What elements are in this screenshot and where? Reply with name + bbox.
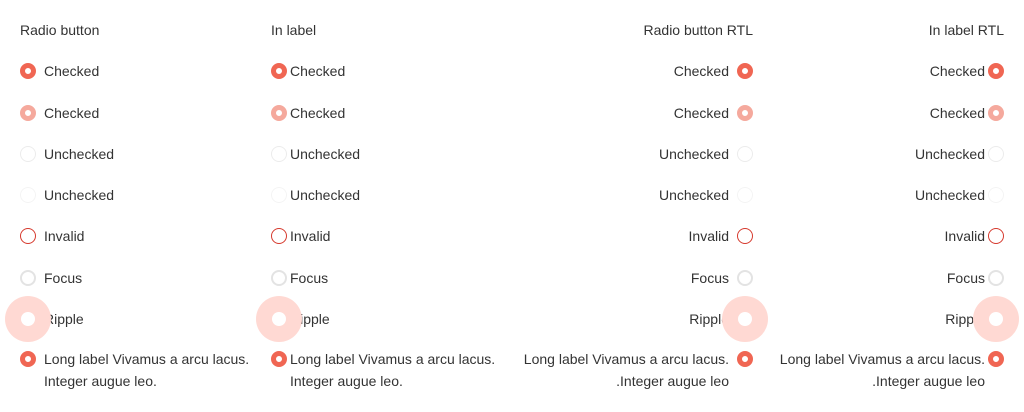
radio-label: Unchecked xyxy=(290,187,361,203)
radio-label: Checked xyxy=(673,105,729,121)
radio-option-ripple[interactable]: Ripple xyxy=(775,296,1019,342)
radio-option-focus[interactable]: Focus xyxy=(271,267,511,289)
radio-circle[interactable] xyxy=(737,228,753,244)
radio-label: Checked xyxy=(929,63,985,79)
radio-option-ripple[interactable]: Ripple xyxy=(5,296,258,342)
radio-circle[interactable] xyxy=(988,146,1004,162)
radio-demo-page: Radio button Checked Checked Unchecked U… xyxy=(0,0,1024,412)
radio-label: Unchecked xyxy=(290,146,361,162)
radio-label: Unchecked xyxy=(658,187,729,203)
radio-option-checked[interactable]: Checked xyxy=(520,60,753,82)
radio-option-invalid[interactable]: Invalid xyxy=(20,225,258,247)
radio-label: Long label Vivamus a arcu lacus. Integer… xyxy=(290,351,496,389)
radio-circle[interactable] xyxy=(737,63,753,79)
radio-label: Unchecked xyxy=(658,146,729,162)
radio-circle[interactable] xyxy=(973,296,1019,342)
radio-circle[interactable] xyxy=(20,351,36,367)
radio-circle[interactable] xyxy=(988,105,1004,121)
radio-label: Invalid xyxy=(290,228,331,244)
radio-circle[interactable] xyxy=(20,228,36,244)
radio-label: Long label Vivamus a arcu lacus. .Intege… xyxy=(523,351,729,389)
radio-circle[interactable] xyxy=(988,270,1004,286)
radio-option-checked-dim[interactable]: Checked xyxy=(520,102,753,124)
radio-option-unchecked-light[interactable]: Unchecked xyxy=(271,184,511,206)
radio-label: Focus xyxy=(44,270,83,286)
radio-label: Checked xyxy=(290,63,346,79)
radio-circle[interactable] xyxy=(271,187,287,203)
radio-circle[interactable] xyxy=(737,351,753,367)
radio-label: Invalid xyxy=(944,228,985,244)
radio-label: Checked xyxy=(290,105,346,121)
radio-option-ripple[interactable]: Ripple xyxy=(256,296,511,342)
radio-circle[interactable] xyxy=(20,105,36,121)
radio-circle[interactable] xyxy=(271,146,287,162)
radio-option-checked-dim[interactable]: Checked xyxy=(20,102,258,124)
radio-label: Checked xyxy=(44,63,100,79)
radio-circle[interactable] xyxy=(20,187,36,203)
radio-option-focus[interactable]: Focus xyxy=(520,267,753,289)
radio-option-long-label[interactable]: Long label Vivamus a arcu lacus. .Intege… xyxy=(775,348,1004,392)
column-heading: Radio button RTL xyxy=(643,22,753,38)
radio-circle[interactable] xyxy=(988,228,1004,244)
radio-option-unchecked[interactable]: Unchecked xyxy=(775,143,1004,165)
radio-circle[interactable] xyxy=(737,270,753,286)
radio-label: Focus xyxy=(690,270,729,286)
radio-option-unchecked-light[interactable]: Unchecked xyxy=(20,184,258,206)
radio-option-long-label[interactable]: Long label Vivamus a arcu lacus. .Intege… xyxy=(520,348,753,392)
radio-circle[interactable] xyxy=(20,63,36,79)
radio-option-long-label[interactable]: Long label Vivamus a arcu lacus. Integer… xyxy=(20,348,258,392)
radio-circle[interactable] xyxy=(988,63,1004,79)
radio-circle[interactable] xyxy=(20,270,36,286)
radio-label: Invalid xyxy=(44,228,85,244)
radio-circle[interactable] xyxy=(271,270,287,286)
radio-circle[interactable] xyxy=(988,351,1004,367)
radio-label: Checked xyxy=(44,105,100,121)
radio-option-unchecked[interactable]: Unchecked xyxy=(520,143,753,165)
radio-option-unchecked[interactable]: Unchecked xyxy=(20,143,258,165)
radio-option-invalid[interactable]: Invalid xyxy=(775,225,1004,247)
radio-option-unchecked[interactable]: Unchecked xyxy=(271,143,511,165)
radio-option-checked[interactable]: Checked xyxy=(775,60,1004,82)
radio-circle[interactable] xyxy=(988,187,1004,203)
radio-label: Unchecked xyxy=(44,187,115,203)
radio-option-invalid[interactable]: Invalid xyxy=(520,225,753,247)
radio-option-focus[interactable]: Focus xyxy=(20,267,258,289)
radio-option-checked-dim[interactable]: Checked xyxy=(775,102,1004,124)
radio-label: Unchecked xyxy=(914,187,985,203)
radio-option-checked[interactable]: Checked xyxy=(20,60,258,82)
radio-label: Focus xyxy=(946,270,985,286)
radio-circle[interactable] xyxy=(722,296,768,342)
radio-circle[interactable] xyxy=(271,351,287,367)
radio-option-ripple[interactable]: Ripple xyxy=(520,296,768,342)
radio-circle[interactable] xyxy=(5,296,51,342)
radio-label: Long label Vivamus a arcu lacus. .Intege… xyxy=(779,351,985,389)
radio-circle[interactable] xyxy=(737,146,753,162)
radio-circle[interactable] xyxy=(737,187,753,203)
radio-option-checked-dim[interactable]: Checked xyxy=(271,102,511,124)
radio-circle[interactable] xyxy=(271,105,287,121)
radio-label: Invalid xyxy=(688,228,729,244)
column-heading: In label xyxy=(271,22,317,38)
radio-label: Checked xyxy=(673,63,729,79)
radio-label: Long label Vivamus a arcu lacus. Integer… xyxy=(44,351,250,389)
radio-option-unchecked-light[interactable]: Unchecked xyxy=(775,184,1004,206)
column-heading: Radio button xyxy=(20,22,100,38)
radio-label: Unchecked xyxy=(44,146,115,162)
radio-label: Focus xyxy=(290,270,329,286)
radio-option-unchecked-light[interactable]: Unchecked xyxy=(520,184,753,206)
radio-label: Checked xyxy=(929,105,985,121)
radio-circle[interactable] xyxy=(737,105,753,121)
radio-circle[interactable] xyxy=(256,296,302,342)
radio-circle[interactable] xyxy=(20,146,36,162)
radio-option-long-label[interactable]: Long label Vivamus a arcu lacus. Integer… xyxy=(271,348,511,392)
radio-circle[interactable] xyxy=(271,228,287,244)
radio-option-invalid[interactable]: Invalid xyxy=(271,225,511,247)
column-heading: In label RTL xyxy=(928,22,1004,38)
radio-option-checked[interactable]: Checked xyxy=(271,60,511,82)
radio-label: Unchecked xyxy=(914,146,985,162)
radio-circle[interactable] xyxy=(271,63,287,79)
radio-option-focus[interactable]: Focus xyxy=(775,267,1004,289)
